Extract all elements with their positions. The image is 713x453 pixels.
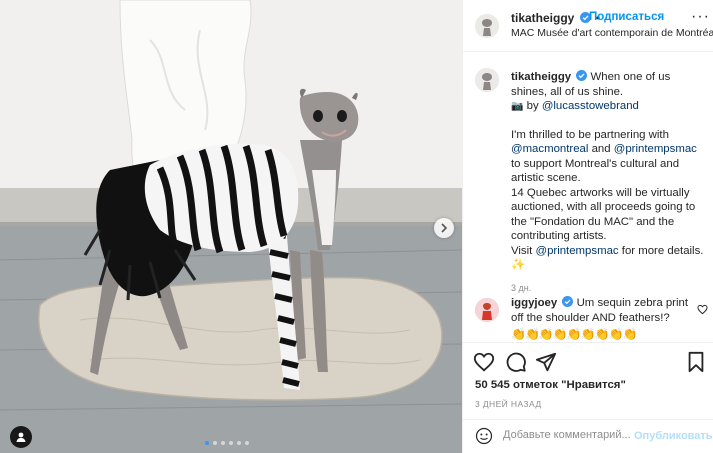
caption-text-segment: for more details. (621, 244, 704, 257)
post-location[interactable]: MAC Musée d'art contemporain de Montréal (511, 27, 713, 39)
caption-author-avatar[interactable] (475, 68, 499, 92)
comment-emojis: 👏👏👏👏👏👏👏👏👏 (511, 327, 637, 341)
post-image (0, 0, 462, 453)
caption-text-segment: and (591, 143, 611, 155)
emoji-icon[interactable] (475, 427, 493, 445)
comment-icon[interactable] (505, 351, 527, 373)
next-photo-button[interactable] (434, 218, 454, 238)
next-arrow-icon (441, 223, 448, 233)
commenter-username[interactable]: iggyjoey (511, 297, 557, 309)
share-icon[interactable] (535, 351, 557, 373)
likes-count[interactable]: 50 545 отметок "Нравится" (475, 379, 626, 391)
post-header: tikatheiggy • Подписаться MAC Musée d'ar… (463, 0, 713, 52)
publish-button[interactable]: Опубликовать (634, 430, 713, 442)
more-options-icon[interactable]: ··· (691, 8, 710, 26)
heart-icon[interactable] (473, 351, 495, 373)
commenter-avatar[interactable] (475, 298, 499, 322)
caption-text: tikatheiggy When one of us shines, all o… (511, 70, 709, 295)
follow-button[interactable]: Подписаться (589, 11, 664, 23)
mention-link[interactable]: @lucasstowebrand (542, 100, 639, 112)
avatar-image (475, 68, 499, 92)
comment-input[interactable] (503, 426, 631, 444)
username-text: tikatheiggy (511, 11, 575, 25)
avatar-image (475, 298, 499, 322)
tagged-users-button[interactable] (10, 426, 32, 448)
caption-text-segment: to support Montreal's cultural and artis… (511, 157, 680, 185)
caption-timestamp[interactable]: 3 дн. (511, 281, 709, 296)
post-actions: 50 545 отметок "Нравится" 3 ДНЕЙ НАЗАД О… (463, 342, 713, 448)
by-prefix: by (526, 100, 539, 112)
verified-badge-icon (562, 296, 574, 307)
carousel-dot (221, 441, 225, 445)
caption-text-segment: I'm thrilled to be partnering with (511, 128, 669, 141)
carousel-dot (237, 441, 241, 445)
author-username[interactable]: tikatheiggy • (511, 11, 600, 25)
carousel-dot (213, 441, 217, 445)
caption-paragraph: I'm thrilled to be partnering with @macm… (511, 128, 709, 273)
caption-username[interactable]: tikatheiggy (511, 71, 571, 83)
comment-body: iggyjoey Um sequin zebra print off the s… (511, 296, 691, 342)
carousel-dot (245, 441, 249, 445)
caption-text-segment: Visit (511, 244, 533, 257)
photographer-icon: 📷 (511, 101, 524, 112)
sparkle-emoji: ✨ (511, 259, 526, 271)
caption-text-segment: 14 Quebec artworks will be virtually auc… (511, 186, 696, 243)
mention-link[interactable]: @macmontreal (511, 143, 588, 155)
mention-link[interactable]: @printempsmac (614, 143, 697, 155)
carousel-dot (205, 441, 209, 445)
post-sidebar: tikatheiggy • Подписаться MAC Musée d'ar… (462, 0, 713, 453)
user-tag-icon (16, 432, 26, 442)
carousel-dot (229, 441, 233, 445)
carousel-indicator (205, 441, 249, 445)
mention-link[interactable]: @printempsmac (536, 245, 619, 257)
post-date[interactable]: 3 ДНЕЙ НАЗАД (475, 399, 541, 409)
post-photo[interactable] (0, 0, 462, 453)
avatar-image (475, 14, 499, 38)
author-avatar[interactable] (475, 14, 499, 38)
comment-like-heart-icon[interactable] (697, 304, 708, 315)
add-comment-bar: Опубликовать (463, 419, 713, 449)
verified-badge-icon (576, 70, 588, 81)
bookmark-icon[interactable] (685, 351, 707, 373)
